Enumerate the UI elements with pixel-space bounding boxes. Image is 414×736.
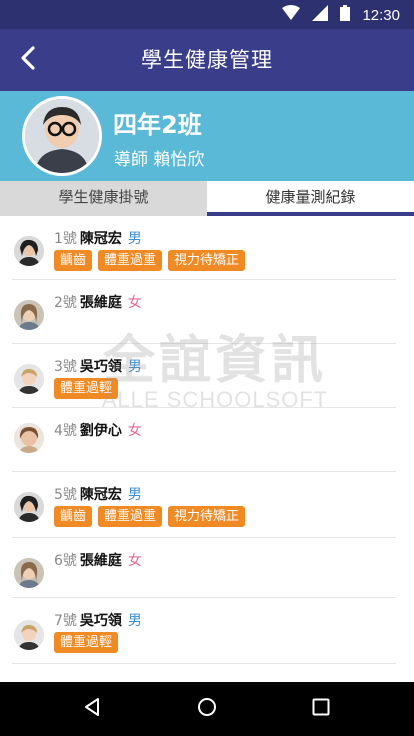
- student-avatar: [14, 558, 44, 588]
- class-header: 四年2班 導師 賴怡欣: [0, 91, 414, 181]
- health-tag: 體重過重: [98, 250, 163, 271]
- health-tags: 齲齒 體重過重 視力待矯正: [54, 506, 246, 527]
- student-row[interactable]: 6號 張維庭女: [12, 538, 396, 598]
- health-tag: 視力待矯正: [168, 506, 246, 527]
- student-seat: 1號: [54, 231, 77, 247]
- health-tag: 視力待矯正: [168, 250, 246, 271]
- student-seat: 7號: [54, 613, 77, 629]
- student-header: 3號 吳巧領男: [54, 356, 142, 376]
- nav-recents-icon: [312, 698, 330, 720]
- student-avatar: [14, 492, 44, 522]
- student-row[interactable]: 4號 劉伊心女: [12, 408, 396, 472]
- student-header: 7號 吳巧領男: [54, 610, 142, 630]
- student-avatar: [14, 364, 44, 394]
- health-tags: 齲齒 體重過重 視力待矯正: [54, 250, 246, 271]
- status-icons: 12:30: [282, 5, 400, 25]
- student-name: 吳巧領: [79, 613, 122, 629]
- student-gender: 女: [127, 553, 142, 569]
- student-header: 5號 陳冠宏男: [54, 484, 142, 504]
- student-avatar: [14, 620, 44, 650]
- health-tag: 齲齒: [54, 506, 93, 527]
- nav-back-button[interactable]: [74, 691, 110, 727]
- student-seat: 3號: [54, 359, 77, 375]
- app-bar: 學生健康管理: [0, 29, 414, 91]
- status-time: 12:30: [362, 6, 400, 24]
- battery-icon: [340, 5, 351, 25]
- student-gender: 男: [127, 231, 142, 247]
- student-avatar: [14, 423, 44, 453]
- student-header: 6號 張維庭女: [54, 550, 142, 570]
- status-bar: 12:30: [0, 0, 414, 29]
- wifi-icon: [282, 5, 301, 25]
- teacher-avatar: [22, 96, 102, 176]
- student-seat: 5號: [54, 487, 77, 503]
- nav-recents-button[interactable]: [303, 691, 339, 727]
- student-seat: 6號: [54, 553, 77, 569]
- student-row[interactable]: 2號 張維庭女: [12, 280, 396, 344]
- health-tag: 體重過輕: [54, 378, 119, 399]
- student-gender: 男: [127, 613, 142, 629]
- student-name: 張維庭: [79, 553, 122, 569]
- student-gender: 女: [127, 295, 142, 311]
- student-gender: 女: [127, 423, 142, 439]
- student-name: 吳巧領: [79, 359, 122, 375]
- health-tags: 體重過輕: [54, 378, 119, 399]
- signal-icon: [312, 5, 329, 25]
- student-name: 陳冠宏: [79, 487, 122, 503]
- student-avatar: [14, 300, 44, 330]
- student-gender: 男: [127, 359, 142, 375]
- student-header: 1號 陳冠宏男: [54, 228, 142, 248]
- nav-home-icon: [197, 697, 217, 721]
- student-row[interactable]: 1號 陳冠宏男 齲齒 體重過重 視力待矯正: [12, 216, 396, 280]
- student-row[interactable]: 3號 吳巧領男 體重過輕: [12, 344, 396, 408]
- class-name: 四年2班: [113, 111, 202, 139]
- student-name: 張維庭: [79, 295, 122, 311]
- student-row[interactable]: 5號 陳冠宏男 齲齒 體重過重 視力待矯正: [12, 472, 396, 538]
- health-tag: 齲齒: [54, 250, 93, 271]
- health-tag: 體重過重: [98, 506, 163, 527]
- system-nav-bar: [0, 682, 414, 736]
- class-teacher: 導師 賴怡欣: [114, 150, 205, 170]
- student-row[interactable]: 7號 吳巧領男 體重過輕: [12, 598, 396, 664]
- tab-bar: 學生健康掛號 健康量測紀錄: [0, 181, 414, 216]
- nav-home-button[interactable]: [189, 691, 225, 727]
- health-tags: 體重過輕: [54, 632, 119, 653]
- tab-health-records[interactable]: 健康量測紀錄: [207, 181, 414, 216]
- page-title: 學生健康管理: [141, 48, 273, 72]
- student-list: 1號 陳冠宏男 齲齒 體重過重 視力待矯正 2號 張維庭女 3號 吳巧領男 體重過輕: [0, 216, 414, 664]
- student-header: 2號 張維庭女: [54, 292, 142, 312]
- nav-back-icon: [83, 697, 101, 721]
- student-header: 4號 劉伊心女: [54, 420, 142, 440]
- tab-health-registration[interactable]: 學生健康掛號: [0, 181, 207, 216]
- student-name: 陳冠宏: [79, 231, 122, 247]
- student-seat: 4號: [54, 423, 77, 439]
- student-name: 劉伊心: [79, 423, 122, 439]
- student-avatar: [14, 236, 44, 266]
- student-gender: 男: [127, 487, 142, 503]
- student-seat: 2號: [54, 295, 77, 311]
- health-tag: 體重過輕: [54, 632, 119, 653]
